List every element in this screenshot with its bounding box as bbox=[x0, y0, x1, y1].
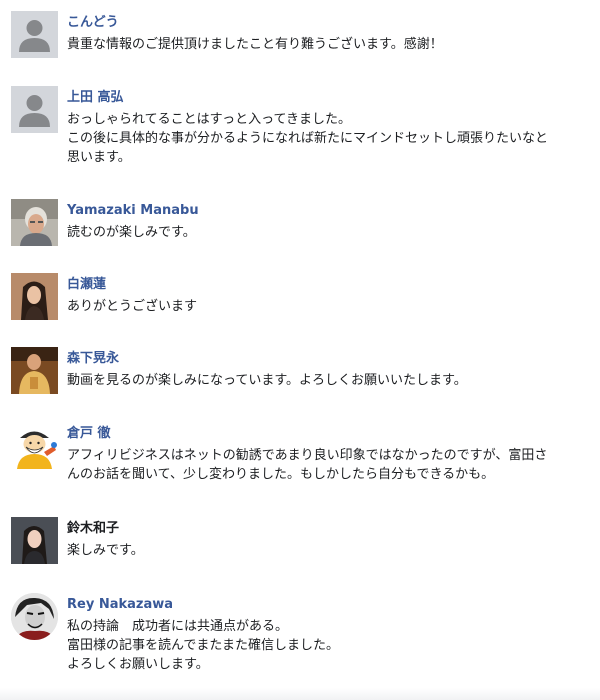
comment-author: 鈴木和子 bbox=[67, 521, 120, 536]
comment-text-line: 富田様の記事を読んでまたまた確信しました。 bbox=[67, 638, 339, 653]
comment-text: 貴重な情報のご提供頂けましたこと有り難うございます。感謝！ bbox=[67, 35, 591, 54]
comment-text: 私の持論 成功者には共通点がある。 富田様の記事を読んでまたまた確信しました。 … bbox=[67, 617, 591, 674]
comment-body: 上田 高弘 おっしゃられてることはすっと入ってきました。 この後に具体的な事が分… bbox=[67, 86, 591, 167]
user-avatar-illustration[interactable] bbox=[11, 593, 58, 640]
comment-author[interactable]: 倉戸 徹 bbox=[67, 426, 111, 442]
lucky-god-cartoon-icon bbox=[11, 422, 58, 469]
comment-author[interactable]: 上田 高弘 bbox=[67, 90, 124, 106]
person-silhouette-icon bbox=[11, 11, 58, 58]
comment-text-line: アフィリビジネスはネットの勧誘であまり良い印象ではなかったのですが、富田さ bbox=[67, 448, 548, 463]
elderly-man-portrait-icon bbox=[11, 199, 58, 246]
comment-author[interactable]: こんどう bbox=[67, 15, 119, 31]
comment-text: 楽しみです。 bbox=[67, 541, 591, 560]
user-avatar-photo[interactable] bbox=[11, 347, 58, 394]
comment-text-line: 私の持論 成功者には共通点がある。 bbox=[67, 619, 289, 634]
comment-author[interactable]: 森下晃永 bbox=[67, 351, 119, 367]
comment-author[interactable]: 白瀬蓮 bbox=[67, 277, 106, 293]
comment-body: 森下晃永 動画を見るのが楽しみになっています。よろしくお願いいたします。 bbox=[67, 347, 591, 390]
comment-text-line: 楽しみです。 bbox=[67, 543, 144, 558]
comment-text-line: 思います。 bbox=[67, 150, 131, 165]
comment-text: 動画を見るのが楽しみになっています。よろしくお願いいたします。 bbox=[67, 371, 591, 390]
comment-body: Yamazaki Manabu 読むのが楽しみです。 bbox=[67, 199, 591, 242]
woman-portrait-icon bbox=[11, 273, 58, 320]
comment-author[interactable]: Yamazaki Manabu bbox=[67, 203, 199, 219]
comment-text-line: んのお話を聞いて、少し変わりました。もしかしたら自分もできるかも。 bbox=[67, 467, 495, 482]
caricature-portrait-icon bbox=[11, 593, 58, 640]
comment-text: おっしゃられてることはすっと入ってきました。 この後に具体的な事が分かるようにな… bbox=[67, 110, 591, 167]
comment-text-line: この後に具体的な事が分かるようになれば新たにマインドセットし頑張りたいなと bbox=[67, 131, 549, 146]
person-silhouette-icon bbox=[11, 86, 58, 133]
comment-author[interactable]: Rey Nakazawa bbox=[67, 597, 173, 613]
comment-body: こんどう 貴重な情報のご提供頂けましたこと有り難うございます。感謝！ bbox=[67, 11, 591, 54]
comment-text-line: 動画を見るのが楽しみになっています。よろしくお願いいたします。 bbox=[67, 373, 467, 388]
comment-body: 鈴木和子 楽しみです。 bbox=[67, 517, 591, 560]
user-avatar-photo[interactable] bbox=[11, 199, 58, 246]
woman-portrait-icon bbox=[11, 517, 58, 564]
default-avatar[interactable] bbox=[11, 11, 58, 58]
person-portrait-icon bbox=[11, 347, 58, 394]
user-avatar-photo[interactable] bbox=[11, 517, 58, 564]
comment-body: Rey Nakazawa 私の持論 成功者には共通点がある。 富田様の記事を読ん… bbox=[67, 593, 591, 674]
default-avatar[interactable] bbox=[11, 86, 58, 133]
comment-text-line: おっしゃられてることはすっと入ってきました。 bbox=[67, 112, 352, 127]
comment-text-line: 貴重な情報のご提供頂けましたこと有り難うございます。感謝！ bbox=[67, 37, 443, 52]
comment-text-line: ありがとうございます bbox=[67, 299, 198, 314]
bottom-shadow-divider bbox=[0, 688, 600, 700]
comment-body: 倉戸 徹 アフィリビジネスはネットの勧誘であまり良い印象ではなかったのですが、富… bbox=[67, 422, 591, 484]
user-avatar-photo[interactable] bbox=[11, 273, 58, 320]
comment-text-line: よろしくお願いします。 bbox=[67, 657, 209, 672]
comment-text: アフィリビジネスはネットの勧誘であまり良い印象ではなかったのですが、富田さ んの… bbox=[67, 446, 591, 484]
user-avatar-illustration[interactable] bbox=[11, 422, 58, 469]
comment-text: 読むのが楽しみです。 bbox=[67, 223, 591, 242]
comment-body: 白瀬蓮 ありがとうございます bbox=[67, 273, 591, 316]
comment-text: ありがとうございます bbox=[67, 297, 591, 316]
comment-text-line: 読むのが楽しみです。 bbox=[67, 225, 196, 240]
